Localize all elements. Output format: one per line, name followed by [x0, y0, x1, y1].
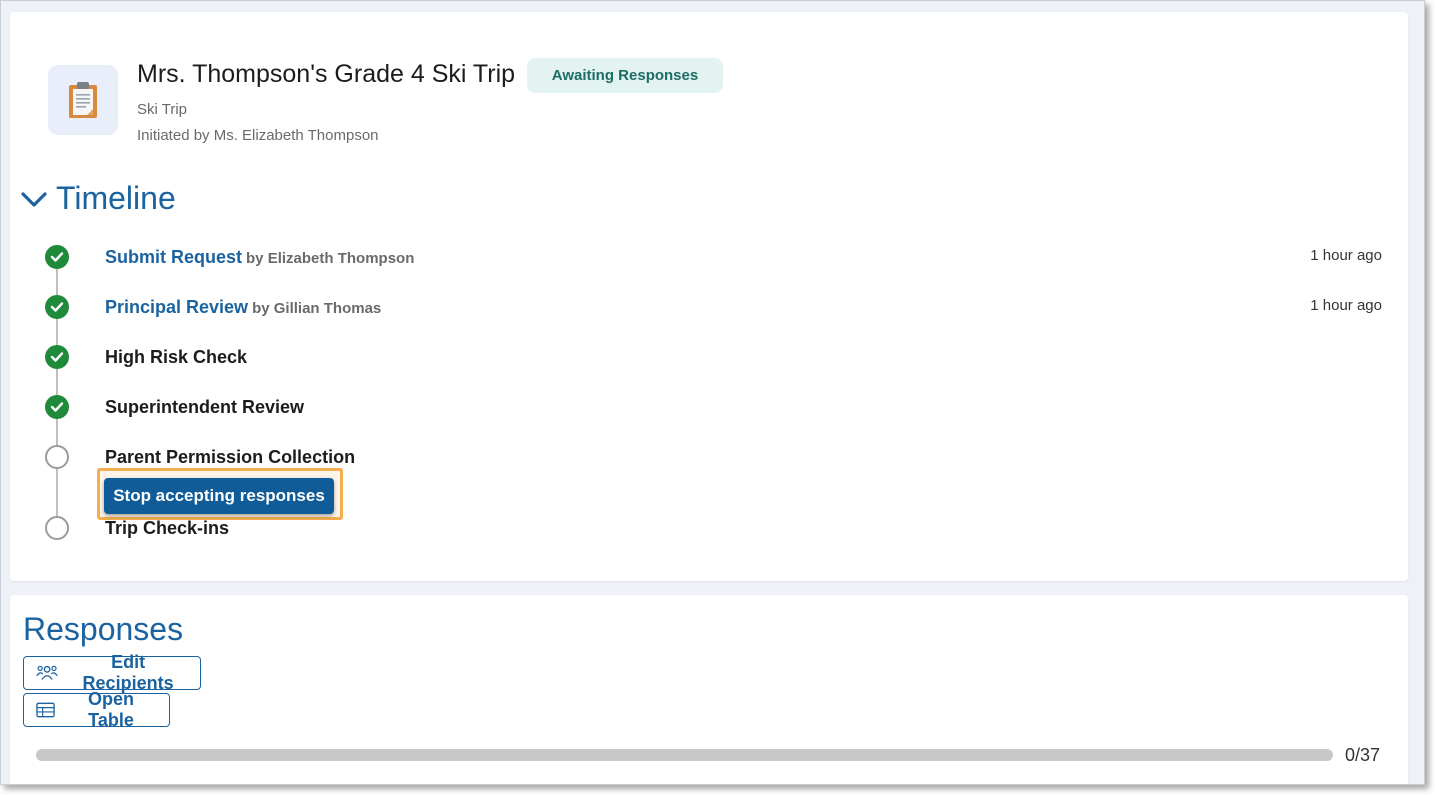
page-title: Mrs. Thompson's Grade 4 Ski Trip — [137, 60, 516, 88]
step-pending-icon — [45, 445, 69, 469]
request-type: Ski Trip — [137, 101, 188, 118]
responses-progress-bar — [36, 749, 1333, 761]
table-icon — [36, 702, 55, 718]
timeline-step-submit-request: Submit Request by Elizabeth Thompson — [105, 247, 414, 268]
step-assignee: by Elizabeth Thompson — [246, 250, 415, 267]
timeline-step-superintendent-review: Superintendent Review — [105, 397, 305, 417]
step-link-submit-request[interactable]: Submit Request — [105, 247, 242, 267]
step-timestamp: 1 hour ago — [1310, 297, 1382, 314]
step-link-principal-review[interactable]: Principal Review — [105, 297, 248, 317]
responses-title: Responses — [23, 611, 184, 647]
step-assignee: by Gillian Thomas — [252, 300, 382, 317]
edit-recipients-button[interactable]: Edit Recipients — [23, 652, 201, 693]
clipboard-icon — [48, 65, 118, 135]
responses-card: Responses Edit Recipients Open Table 0/3… — [10, 595, 1408, 784]
timeline-step-trip-check-ins: Trip Check-ins — [105, 518, 230, 538]
open-table-button[interactable]: Open Table — [23, 689, 170, 730]
timeline-step-principal-review: Principal Review by Gillian Thomas — [105, 297, 381, 318]
step-complete-icon — [45, 345, 69, 369]
timeline-step-parent-permission: Parent Permission Collection — [105, 447, 356, 467]
step-complete-icon — [45, 395, 69, 419]
open-table-label: Open Table — [88, 689, 135, 730]
app-window: Mrs. Thompson's Grade 4 Ski Trip Awaitin… — [0, 0, 1425, 785]
timeline-title: Timeline — [56, 180, 176, 216]
step-complete-icon — [45, 295, 69, 319]
edit-recipients-label: Edit Recipients — [82, 652, 174, 693]
stop-accepting-responses-button[interactable]: Stop accepting responses — [104, 478, 334, 514]
status-badge: Awaiting Responses — [527, 58, 723, 93]
step-pending-icon — [45, 516, 69, 540]
chevron-down-icon — [21, 191, 47, 207]
request-details-card: Mrs. Thompson's Grade 4 Ski Trip Awaitin… — [10, 12, 1408, 581]
step-timestamp: 1 hour ago — [1310, 247, 1382, 264]
people-icon — [36, 665, 58, 680]
responses-count: 0/37 — [1345, 745, 1381, 765]
initiated-by: Initiated by Ms. Elizabeth Thompson — [137, 127, 379, 144]
timeline-step-high-risk-check: High Risk Check — [105, 347, 248, 367]
step-complete-icon — [45, 245, 69, 269]
timeline-toggle[interactable]: Timeline — [20, 180, 176, 217]
